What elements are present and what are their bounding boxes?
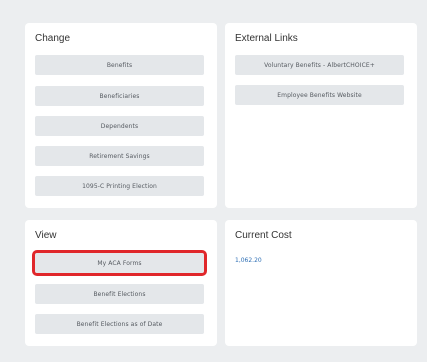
voluntary-benefits-button[interactable]: Voluntary Benefits - AlbertCHOICE+ [235,55,404,75]
change-title: Change [35,33,71,44]
view-title: View [35,230,57,241]
benefit-elections-button[interactable]: Benefit Elections [35,284,204,304]
view-card: View My ACA Forms Benefit Elections Bene… [25,220,217,346]
printing-election-button[interactable]: 1095-C Printing Election [35,176,204,196]
beneficiaries-button[interactable]: Beneficiaries [35,86,204,106]
change-card: Change Benefits Beneficiaries Dependents… [25,23,217,208]
my-aca-forms-button[interactable]: My ACA Forms [32,250,207,276]
dependents-button[interactable]: Dependents [35,116,204,136]
external-links-title: External Links [235,33,298,44]
retirement-savings-button[interactable]: Retirement Savings [35,146,204,166]
benefit-elections-as-of-date-button[interactable]: Benefit Elections as of Date [35,314,204,334]
employee-benefits-website-button[interactable]: Employee Benefits Website [235,85,404,105]
external-links-card: External Links Voluntary Benefits - Albe… [225,23,417,208]
benefits-button[interactable]: Benefits [35,55,204,75]
current-cost-card: Current Cost 1,062.20 [225,220,417,346]
current-cost-amount-link[interactable]: 1,062.20 [235,257,262,264]
current-cost-title: Current Cost [235,230,292,241]
